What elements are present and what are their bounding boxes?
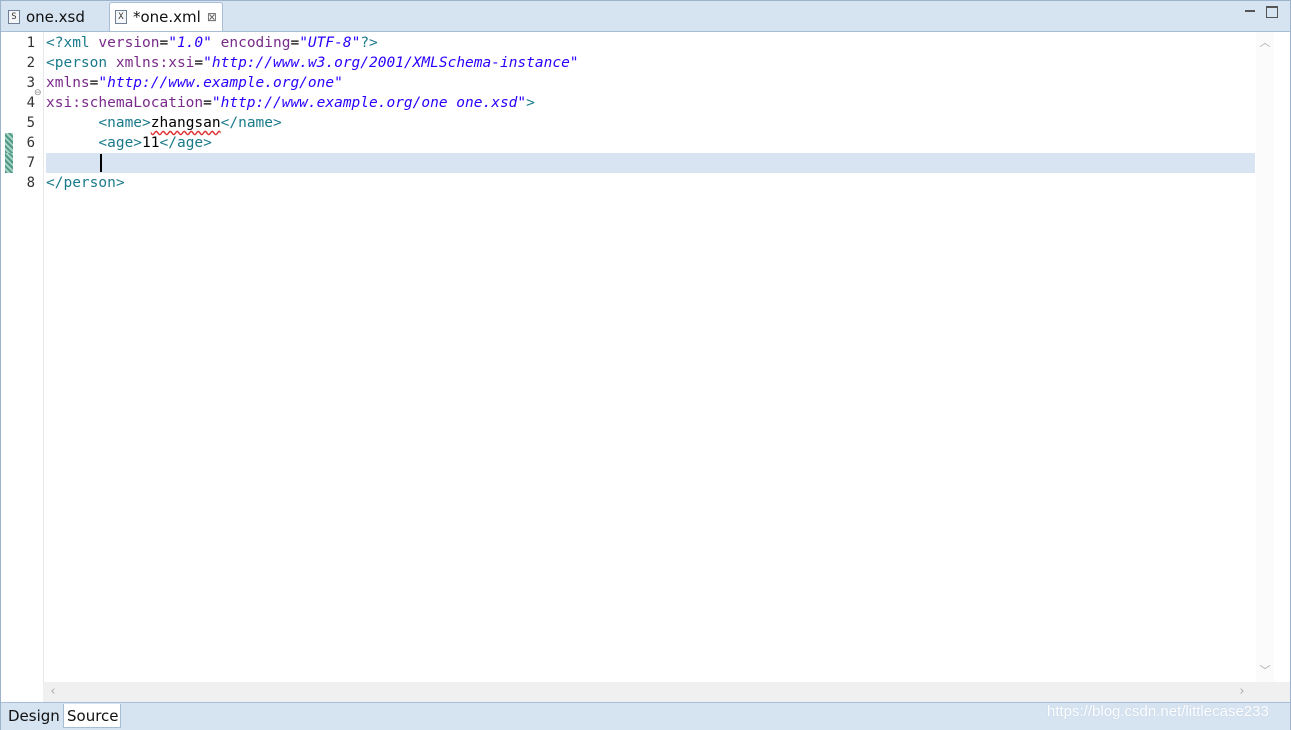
tab-label: *one.xml <box>133 8 201 26</box>
code-token: </age> <box>159 135 212 151</box>
maximize-icon[interactable] <box>1266 6 1278 18</box>
code-line[interactable]: <?xml version="1.0" encoding="UTF-8"?> <box>46 33 378 53</box>
code-token: 11 <box>142 135 160 151</box>
scroll-down-icon[interactable]: ﹀ <box>1258 664 1272 678</box>
tab-source[interactable]: Source <box>63 704 121 728</box>
code-token: "http://www.example.org/one one.xsd" <box>211 95 527 111</box>
code-line[interactable]: </person> <box>46 173 125 193</box>
code-token: "http://www.w3.org/2001/XMLSchema-instan… <box>203 55 579 71</box>
code-token: <name> <box>98 115 151 131</box>
line-number: 4 <box>26 95 35 111</box>
xml-file-icon: X <box>115 10 127 24</box>
change-marker <box>5 133 13 153</box>
source-editor[interactable]: 12345678 ⊖ <?xml version="1.0" encoding=… <box>1 32 1290 682</box>
editor-window: S one.xsd X *one.xml ⊠ 1 2 3 4 5 6 7 8 ⊖ <?xml … <box>0 0 1291 730</box>
line-number: 5 <box>26 115 35 131</box>
fold-collapse-icon[interactable]: ⊖ <box>34 89 42 98</box>
code-token: xmlns <box>46 75 90 91</box>
minimize-icon[interactable] <box>1244 6 1256 18</box>
line-number: 2 <box>26 55 35 71</box>
code-token: </person> <box>46 175 125 191</box>
change-marker <box>5 153 13 173</box>
code-token: = <box>194 55 204 71</box>
code-token: <age> <box>98 135 143 151</box>
close-tab-icon[interactable]: ⊠ <box>207 10 217 24</box>
line-number: 1 <box>26 35 35 51</box>
xsd-file-icon: S <box>8 9 20 24</box>
scrollbar-corner <box>1256 682 1290 702</box>
code-token: xmlns:xsi <box>115 55 195 71</box>
code-line[interactable]: <age>11</age> <box>46 133 212 153</box>
tab-one-xml[interactable]: X *one.xml ⊠ <box>109 2 223 31</box>
vertical-scrollbar[interactable]: ︿ ﹀ <box>1256 32 1274 682</box>
horizontal-scrollbar[interactable]: ‹ › <box>43 682 1256 702</box>
text-cursor <box>100 154 102 172</box>
code-line[interactable]: <person xmlns:xsi="http://www.w3.org/200… <box>46 53 579 73</box>
code-token: "1.0" <box>168 35 212 51</box>
code-token: > <box>526 95 535 111</box>
code-line[interactable]: <name>zhangsan</name> <box>46 113 282 133</box>
editor-tab-bar: S one.xsd X *one.xml ⊠ <box>1 1 1290 32</box>
code-token: encoding <box>220 35 291 51</box>
code-token: "UTF-8" <box>299 35 361 51</box>
code-token: </name> <box>220 115 282 131</box>
code-token: = <box>159 35 169 51</box>
code-token: zhangsan <box>150 115 221 131</box>
line-number: 8 <box>26 175 35 191</box>
code-token: <person <box>46 55 116 71</box>
code-token: xsi:schemaLocation <box>46 95 204 111</box>
scroll-right-icon[interactable]: › <box>1235 685 1249 699</box>
tab-label: one.xsd <box>26 7 85 26</box>
code-line[interactable]: xsi:schemaLocation="http://www.example.o… <box>46 93 535 113</box>
tab-design[interactable]: Design <box>5 704 63 728</box>
watermark: https://blog.csdn.net/littlecase233 <box>1047 703 1269 720</box>
code-token: "http://www.example.org/one" <box>98 75 343 91</box>
line-number: 7 <box>26 155 35 171</box>
code-token: = <box>290 35 300 51</box>
code-token: version <box>98 35 160 51</box>
code-token: ?> <box>360 35 378 51</box>
scroll-left-icon[interactable]: ‹ <box>46 685 60 699</box>
code-token: <?xml <box>46 35 99 51</box>
scroll-up-icon[interactable]: ︿ <box>1258 36 1272 50</box>
code-token: = <box>203 95 212 111</box>
tab-one-xsd[interactable]: S one.xsd <box>3 3 107 30</box>
line-number: 6 <box>26 135 35 151</box>
current-line-highlight <box>46 153 1255 173</box>
line-number: 3 <box>26 75 35 91</box>
code-line[interactable]: xmlns="http://www.example.org/one" <box>46 73 343 93</box>
line-number-ruler: 1 2 3 4 5 6 7 8 ⊖ <box>1 32 44 682</box>
